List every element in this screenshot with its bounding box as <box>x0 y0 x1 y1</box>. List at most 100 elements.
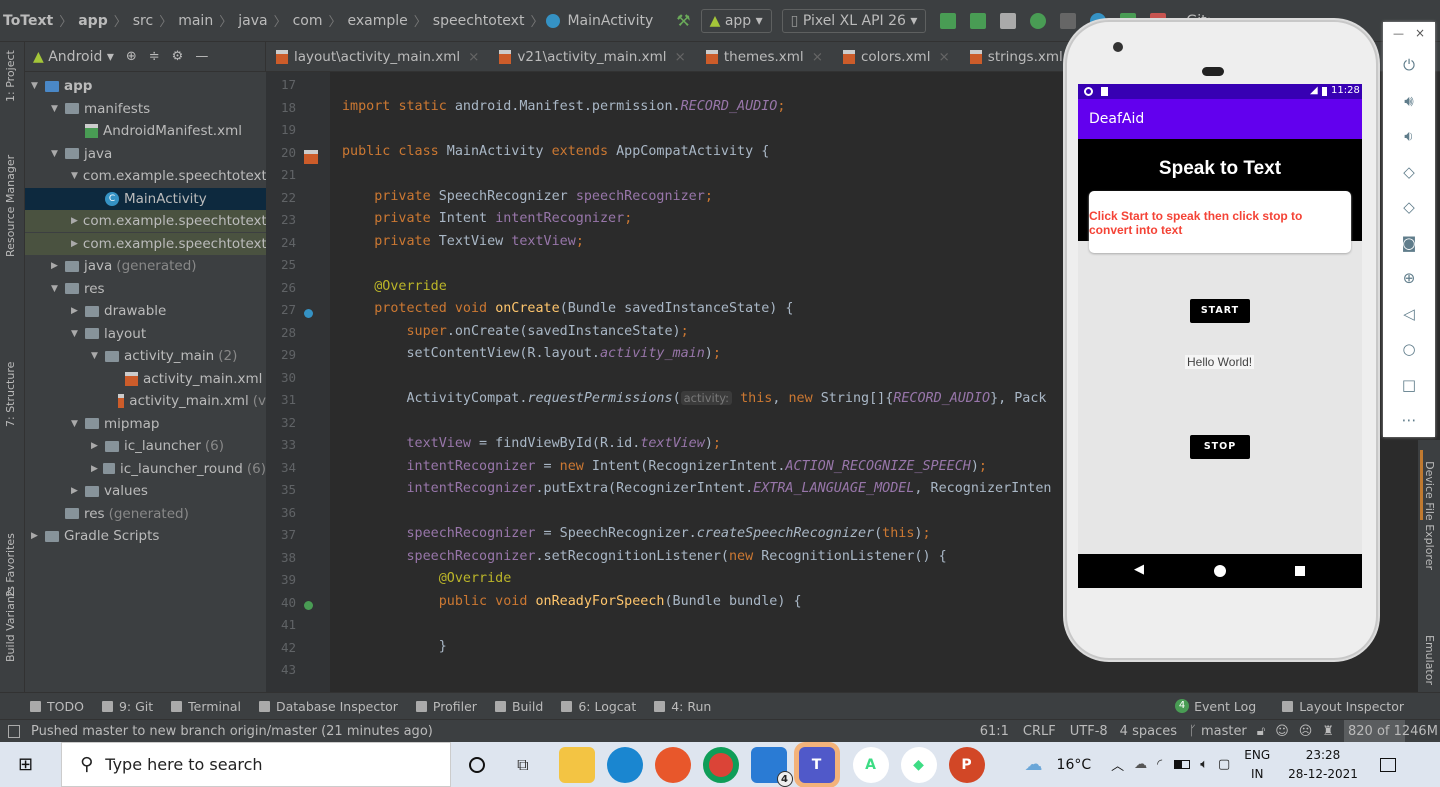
code-line[interactable]: intentRecognizer.putExtra(RecognizerInte… <box>342 481 1051 496</box>
collapse-icon[interactable]: ≑ <box>149 49 160 64</box>
zoom-icon[interactable]: ⊕ <box>1400 269 1418 287</box>
tool-profiler-button[interactable]: Profiler <box>415 699 477 714</box>
tree-item[interactable]: ▼ com.example.speechtotext <box>25 165 266 187</box>
expand-arrow-icon[interactable]: ▼ <box>71 419 85 429</box>
happy-feedback-icon[interactable]: ☺ <box>1275 724 1289 739</box>
chrome-icon[interactable] <box>702 746 739 783</box>
battery-tray-icon[interactable] <box>1174 760 1191 769</box>
onedrive-error-icon[interactable]: ☁ <box>1134 757 1147 772</box>
tree-item[interactable]: ▼ java <box>25 143 266 165</box>
expand-arrow-icon[interactable]: ▶ <box>71 239 78 249</box>
tool-window-4[interactable]: Build Variants <box>4 586 17 662</box>
code-line[interactable]: @Override <box>342 571 512 586</box>
android-studio-icon[interactable]: A <box>852 746 889 783</box>
volume-down-icon[interactable]: 🔉︎ <box>1400 127 1418 145</box>
breadcrumb-item[interactable]: MainActivity <box>564 13 656 29</box>
windows-start-icon[interactable]: ⊞ <box>18 754 33 775</box>
power-icon[interactable]: ⏻ <box>1400 56 1418 74</box>
wifi-icon[interactable]: ◜ <box>1157 757 1162 772</box>
indent-setting[interactable]: 4 spaces <box>1120 724 1177 739</box>
expand-arrow-icon[interactable]: ▶ <box>71 306 85 316</box>
close-tab-icon[interactable]: × <box>812 49 823 65</box>
emulator-icon[interactable]: ◆ <box>900 746 937 783</box>
tool-build-button[interactable]: Build <box>494 699 543 714</box>
tool-git-button[interactable]: 9: Git <box>101 699 153 714</box>
tree-item[interactable]: activity_main.xml (v <box>25 390 266 412</box>
tool-window-1[interactable]: Resource Manager <box>4 155 17 257</box>
memory-indicator[interactable]: 820 of 1246M <box>1344 719 1438 743</box>
home-icon[interactable]: ○ <box>1400 340 1418 358</box>
code-line[interactable]: public void onReadyForSpeech(Bundle bund… <box>342 594 802 609</box>
code-line[interactable]: setContentView(R.layout.activity_main); <box>342 346 720 361</box>
edge-icon[interactable] <box>606 746 643 783</box>
overview-icon[interactable]: □ <box>1400 376 1418 394</box>
volume-up-icon[interactable]: 🔊︎ <box>1400 92 1418 110</box>
editor-tab[interactable]: layout\activity_main.xml × <box>266 42 489 72</box>
breadcrumb-item[interactable]: java <box>235 13 270 29</box>
run-config-select[interactable]: ▲ app ▾ <box>700 8 772 33</box>
code-editor[interactable]: 17 18 19 20 21 22 23 24 25 26 27 28 29 30 31 32 33 34 35 36… <box>266 72 1168 692</box>
rotate-left-icon[interactable]: ◇ <box>1400 163 1418 181</box>
file-encoding[interactable]: UTF-8 <box>1070 724 1108 739</box>
weather-temp[interactable]: 16°C <box>1057 757 1092 773</box>
taskbar-search[interactable]: ⚲ Type here to search <box>61 742 452 787</box>
weather-icon[interactable]: ☁ <box>1025 754 1043 775</box>
sad-feedback-icon[interactable]: ☹ <box>1299 724 1313 739</box>
breadcrumb-item[interactable]: src <box>130 13 156 29</box>
tree-item[interactable]: ▼ manifests <box>25 98 266 120</box>
expand-arrow-icon[interactable]: ▶ <box>51 261 65 271</box>
recents-nav-icon[interactable] <box>1295 566 1305 576</box>
expand-arrow-icon[interactable]: ▶ <box>31 531 45 541</box>
sync-icon[interactable] <box>1000 12 1017 29</box>
cortana-icon[interactable] <box>469 756 486 773</box>
inspector-icon[interactable]: ♜ <box>1322 724 1334 739</box>
back-icon[interactable]: ◁ <box>1400 305 1418 323</box>
expand-arrow-icon[interactable]: ▶ <box>71 216 78 226</box>
debug-icon[interactable] <box>1030 12 1047 29</box>
code-line[interactable]: ActivityCompat.requestPermissions(activi… <box>342 391 1047 406</box>
code-line[interactable]: super.onCreate(savedInstanceState); <box>342 324 688 339</box>
tree-item[interactable]: C MainActivity <box>25 187 266 210</box>
editor-tab[interactable]: colors.xml × <box>833 42 960 72</box>
meet-now-icon[interactable]: ▢ <box>1218 757 1230 772</box>
code-line[interactable]: textView = findViewById(R.id.textView); <box>342 436 720 451</box>
caret-position[interactable]: 61:1 <box>980 724 1009 739</box>
breadcrumb-item[interactable]: main <box>175 13 216 29</box>
tool-window-right-0[interactable]: Device File Explorer <box>1423 461 1436 570</box>
close-tab-icon[interactable]: × <box>675 49 686 65</box>
rotate-right-icon[interactable]: ◇ <box>1400 198 1418 216</box>
stop-button[interactable]: STOP <box>1190 435 1250 459</box>
task-view-icon[interactable]: ⧉ <box>517 755 528 775</box>
close-icon[interactable]: × <box>1415 26 1425 40</box>
tree-item[interactable]: activity_main.xml <box>25 368 266 390</box>
tree-item[interactable]: ▶com.example.speechtotext(test) <box>25 232 266 255</box>
tree-item[interactable]: AndroidManifest.xml <box>25 120 266 142</box>
code-line[interactable]: import static android.Manifest.permissio… <box>342 99 785 114</box>
code-line[interactable]: speechRecognizer.setRecognitionListener(… <box>342 549 946 564</box>
minimize-icon[interactable]: — <box>1393 27 1404 40</box>
code-line[interactable]: speechRecognizer = SpeechRecognizer.crea… <box>342 526 930 541</box>
tool-terminal-button[interactable]: Terminal <box>171 699 241 714</box>
tree-item[interactable]: ▼ mipmap <box>25 413 266 435</box>
attach-debugger-icon[interactable] <box>1060 12 1077 29</box>
code-line[interactable]: private Intent intentRecognizer; <box>342 211 632 226</box>
breadcrumb-item[interactable]: speechtotext <box>430 13 528 29</box>
build-hammer-icon[interactable]: ⚒ <box>676 11 690 30</box>
powerpoint-icon[interactable]: P <box>948 746 985 783</box>
code-line[interactable]: public class MainActivity extends AppCom… <box>342 144 769 159</box>
editor-tab[interactable]: v21\activity_main.xml × <box>489 42 695 72</box>
tree-item[interactable]: ▶ values <box>25 480 266 502</box>
override-icon[interactable] <box>304 601 313 610</box>
close-tab-icon[interactable]: × <box>468 49 479 65</box>
emulator-screen[interactable]: ◢ 11:28 DeafAid Speak to Text Click Star… <box>1078 84 1362 588</box>
expand-arrow-icon[interactable]: ▶ <box>71 486 85 496</box>
tree-item[interactable]: ▶ ic_launcher_round (6) <box>25 458 266 480</box>
expand-arrow-icon[interactable]: ▼ <box>51 284 65 294</box>
firefox-icon[interactable] <box>654 746 691 783</box>
tool-databaseinspector-button[interactable]: Database Inspector <box>258 699 398 714</box>
branch-widget[interactable]: ᚴ master <box>1189 724 1247 739</box>
expand-arrow-icon[interactable]: ▼ <box>71 329 85 339</box>
event-log-button[interactable]: 4 Event Log <box>1175 699 1256 714</box>
back-nav-icon[interactable]: ◀ <box>1134 562 1144 577</box>
tree-item[interactable]: res (generated) <box>25 503 266 525</box>
